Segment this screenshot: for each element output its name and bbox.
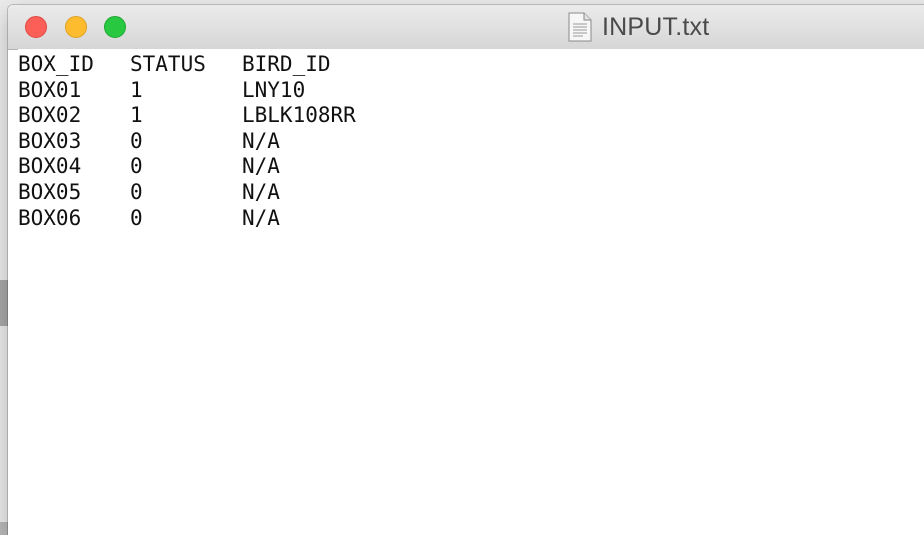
data-row: BOX04 0 N/A [18,154,924,180]
data-row: BOX01 1 LNY10 [18,78,924,104]
bird-id-cell: N/A [242,128,280,153]
bird-id-cell: N/A [242,154,280,179]
box-id-cell: BOX02 [18,103,82,128]
status-cell: 0 [130,154,143,179]
box-id-cell: BOX04 [18,154,82,179]
bird-id-cell: N/A [242,205,280,230]
textedit-window[interactable]: INPUT.txt BOX_ID STATUS BIRD_ID BOX01 1 … [8,5,924,535]
minimize-button[interactable] [65,16,87,38]
title-bar[interactable]: INPUT.txt [8,5,924,50]
status-cell: 0 [130,128,143,153]
data-row: BOX06 0 N/A [18,206,924,232]
bird-id-cell: LNY10 [242,77,306,102]
header-status: STATUS [130,52,206,76]
status-cell: 1 [130,77,143,102]
text-document-icon [568,12,592,42]
status-cell: 0 [130,205,143,230]
status-cell: 1 [130,103,143,128]
status-cell: 0 [130,179,143,204]
data-row: BOX03 0 N/A [18,129,924,155]
bird-id-cell: LBLK108RR [242,103,356,128]
box-id-cell: BOX06 [18,205,82,230]
window-title: INPUT.txt [602,12,710,41]
header-box-id: BOX_ID [18,52,94,76]
data-row: BOX02 1 LBLK108RR [18,103,924,129]
data-row: BOX05 0 N/A [18,180,924,206]
zoom-button[interactable] [104,16,126,38]
box-id-cell: BOX05 [18,179,82,204]
box-id-cell: BOX01 [18,77,82,102]
header-bird-id: BIRD_ID [242,52,331,76]
close-button[interactable] [25,16,47,38]
window-title-group: INPUT.txt [568,12,709,42]
text-editor-area[interactable]: BOX_ID STATUS BIRD_ID BOX01 1 LNY10 BOX0… [18,49,924,535]
header-row: BOX_ID STATUS BIRD_ID [18,52,924,78]
bird-id-cell: N/A [242,179,280,204]
box-id-cell: BOX03 [18,128,82,153]
